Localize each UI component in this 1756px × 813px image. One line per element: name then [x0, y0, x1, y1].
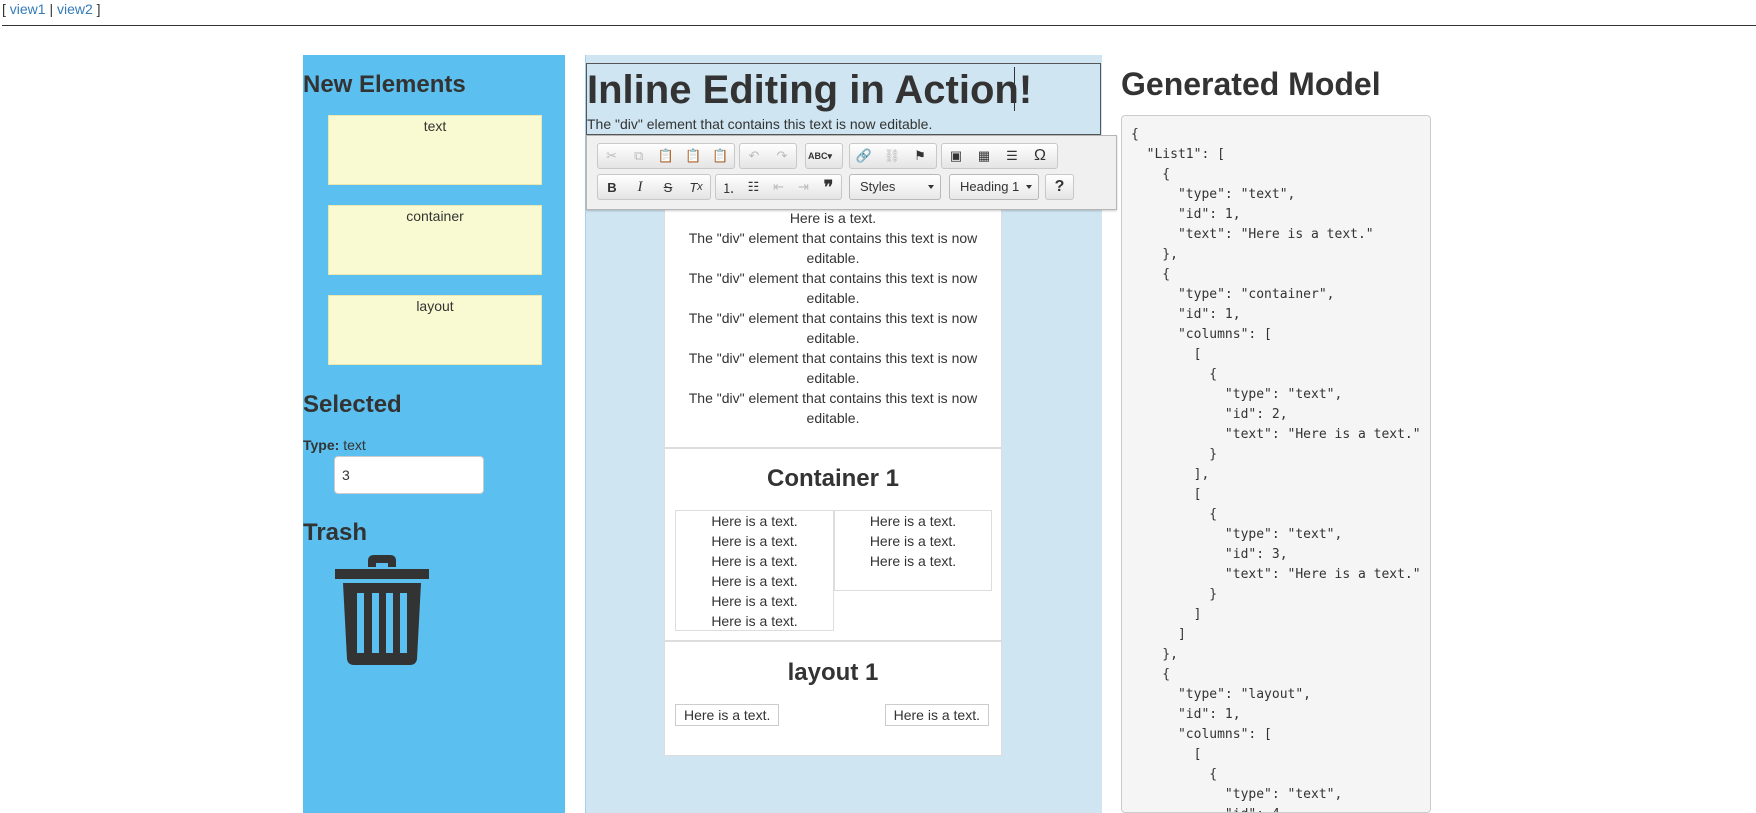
- paragraph-line: editable.: [806, 290, 860, 306]
- paragraph-line: The "div" element that contains this tex…: [688, 390, 978, 406]
- rich-text-toolbar: ✂ ⧉ 📋 📋 📋 ↶ ↷ ABC▾ 🔗 ⛓ ⚑ ▣ ▦ ☰ Ω B I S T…: [586, 135, 1117, 210]
- type-value: text: [343, 437, 366, 453]
- undo-icon[interactable]: ↶: [740, 144, 768, 168]
- copy-icon[interactable]: ⧉: [625, 144, 652, 168]
- text-item[interactable]: Here is a text.: [676, 511, 833, 531]
- palette-item-layout[interactable]: layout: [328, 295, 542, 365]
- layout-title: layout 1: [787, 659, 879, 686]
- view2-link[interactable]: view2: [57, 1, 93, 17]
- format-label: Heading 1: [960, 179, 1020, 194]
- text-item[interactable]: Here is a text.: [676, 531, 833, 551]
- trash-icon[interactable]: [335, 555, 429, 665]
- link-icon[interactable]: 🔗: [850, 144, 878, 168]
- text-item[interactable]: Here is a text.: [676, 591, 833, 611]
- view-switcher: [ view1 | view2 ]: [2, 0, 101, 18]
- inline-editable-header[interactable]: Inline Editing in Action! The "div" elem…: [586, 63, 1101, 135]
- view1-link[interactable]: view1: [10, 1, 46, 17]
- selected-title: Selected: [303, 391, 402, 418]
- page-heading[interactable]: Inline Editing in Action!: [587, 66, 1032, 114]
- container-column-1[interactable]: Here is a text. Here is a text. Here is …: [675, 510, 834, 631]
- trash-title: Trash: [303, 519, 368, 546]
- image-icon[interactable]: ▣: [942, 144, 970, 168]
- text-item[interactable]: Here is a text.: [676, 571, 833, 591]
- cut-icon[interactable]: ✂: [598, 144, 625, 168]
- editable-paragraph[interactable]: The "div" element that contains this tex…: [665, 308, 1001, 348]
- table-icon[interactable]: ▦: [970, 144, 998, 168]
- generated-model-title: Generated Model: [1121, 66, 1381, 102]
- new-elements-title: New Elements: [303, 71, 466, 98]
- paragraph-line: The "div" element that contains this tex…: [688, 270, 978, 286]
- strike-icon[interactable]: S: [654, 175, 682, 199]
- history-group: ↶ ↷: [739, 143, 797, 169]
- basicstyles-group: B I S Tx: [597, 174, 711, 200]
- palette-item-text[interactable]: text: [328, 115, 542, 185]
- clipboard-group: ✂ ⧉ 📋 📋 📋: [597, 143, 735, 169]
- intro-text[interactable]: The "div" element that contains this tex…: [587, 116, 932, 132]
- insert-group: ▣ ▦ ☰ Ω: [941, 143, 1058, 169]
- nav-separator: |: [45, 1, 57, 17]
- selected-id-input[interactable]: 3: [334, 456, 484, 494]
- text-cursor: [1014, 67, 1015, 111]
- paragraph-line: editable.: [806, 330, 860, 346]
- text-item[interactable]: Here is a text.: [676, 611, 833, 631]
- text-list-card[interactable]: Here is a text. The "div" element that c…: [664, 205, 1002, 448]
- blockquote-icon[interactable]: ❞: [816, 175, 841, 199]
- nav-open-bracket: [: [2, 1, 10, 17]
- indent-icon[interactable]: ⇥: [791, 175, 816, 199]
- paragraph-line: The "div" element that contains this tex…: [688, 310, 978, 326]
- bulleted-list-icon[interactable]: ☷: [741, 175, 766, 199]
- palette-item-container[interactable]: container: [328, 205, 542, 275]
- outdent-icon[interactable]: ⇤: [766, 175, 791, 199]
- chevron-down-icon: [928, 185, 934, 189]
- paragraph-line: editable.: [806, 370, 860, 386]
- text-item[interactable]: Here is a text.: [665, 208, 1001, 228]
- text-item[interactable]: Here is a text.: [835, 551, 991, 571]
- paragraph-line: The "div" element that contains this tex…: [688, 230, 978, 246]
- format-dropdown[interactable]: Heading 1: [949, 174, 1039, 200]
- editable-paragraph[interactable]: The "div" element that contains this tex…: [665, 268, 1001, 308]
- model-json-output: { "List1": [ { "type": "text", "id": 1, …: [1121, 115, 1431, 813]
- styles-dropdown[interactable]: Styles: [849, 174, 941, 200]
- redo-icon[interactable]: ↷: [768, 144, 796, 168]
- paragraph-group: ⒈ ☷ ⇤ ⇥ ❞: [715, 174, 842, 200]
- container-card[interactable]: Container 1 Here is a text. Here is a te…: [664, 448, 1002, 641]
- anchor-icon[interactable]: ⚑: [906, 144, 934, 168]
- paste-text-icon[interactable]: 📋: [680, 144, 707, 168]
- styles-label: Styles: [860, 179, 896, 194]
- bold-icon[interactable]: B: [598, 175, 626, 199]
- type-label: Type:: [303, 437, 340, 453]
- editable-paragraph[interactable]: The "div" element that contains this tex…: [665, 228, 1001, 268]
- paste-icon[interactable]: 📋: [652, 144, 679, 168]
- text-item[interactable]: Here is a text.: [676, 551, 833, 571]
- unlink-icon[interactable]: ⛓: [878, 144, 906, 168]
- layout-card[interactable]: layout 1 Here is a text. Here is a text.: [664, 641, 1002, 756]
- paste-word-icon[interactable]: 📋: [707, 144, 734, 168]
- special-char-icon[interactable]: Ω: [1026, 144, 1054, 168]
- link-group: 🔗 ⛓ ⚑: [849, 143, 937, 169]
- numbered-list-icon[interactable]: ⒈: [716, 175, 741, 199]
- editable-paragraph[interactable]: The "div" element that contains this tex…: [665, 348, 1001, 388]
- selected-type: Type: text: [303, 437, 366, 453]
- text-item[interactable]: Here is a text.: [835, 531, 991, 551]
- left-panel: New Elements text container layout Selec…: [303, 55, 565, 813]
- italic-icon[interactable]: I: [626, 175, 654, 199]
- paragraph-line: editable.: [806, 250, 860, 266]
- help-button[interactable]: ?: [1045, 174, 1074, 200]
- container-column-2[interactable]: Here is a text. Here is a text. Here is …: [834, 510, 992, 591]
- text-item[interactable]: Here is a text.: [835, 511, 991, 531]
- top-divider: [2, 25, 1756, 26]
- container-title: Container 1: [766, 465, 900, 492]
- spellcheck-group: ABC▾: [805, 143, 843, 169]
- paragraph-line: The "div" element that contains this tex…: [688, 350, 978, 366]
- editable-paragraph[interactable]: The "div" element that contains this tex…: [665, 388, 1001, 428]
- layout-left-text[interactable]: Here is a text.: [675, 704, 780, 726]
- chevron-down-icon: [1026, 185, 1032, 189]
- nav-close-bracket: ]: [92, 1, 101, 17]
- paragraph-line: editable.: [806, 410, 860, 426]
- horizontal-rule-icon[interactable]: ☰: [998, 144, 1026, 168]
- layout-right-text[interactable]: Here is a text.: [884, 704, 989, 726]
- spellcheck-icon[interactable]: ABC▾: [806, 144, 834, 168]
- remove-format-icon[interactable]: Tx: [682, 175, 710, 199]
